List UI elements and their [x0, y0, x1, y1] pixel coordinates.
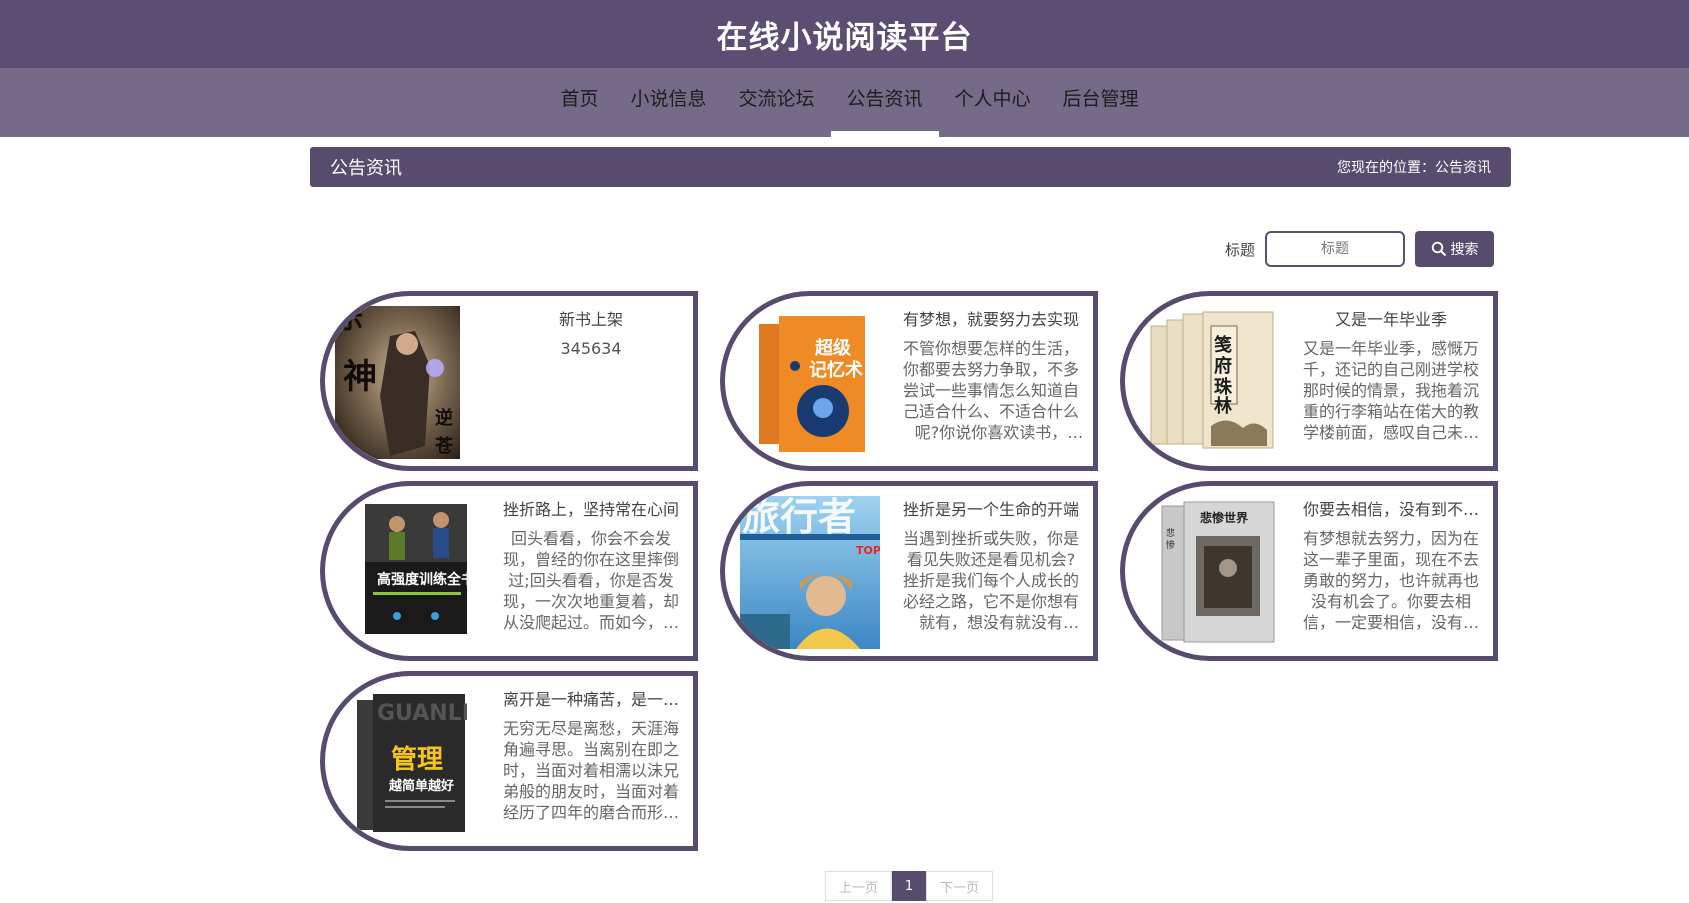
- section-title-bar: 公告资讯 您现在的位置：公告资讯: [310, 147, 1511, 187]
- site-header: 在线小说阅读平台: [0, 0, 1689, 68]
- svg-text:GUANLI: GUANLI: [377, 701, 467, 726]
- cover-classic-books: 笺 府 珠 林: [1147, 306, 1277, 459]
- svg-text:高强度训练全书: 高强度训练全书: [377, 571, 473, 588]
- svg-text:TOP: TOP: [856, 544, 880, 557]
- card-summary: 回头看看，你会不会发现，曾经的你在这里摔倒过;回头看看，你是否发现，一次次地重复…: [502, 529, 679, 632]
- cover-memory-book: 超级 记忆术: [757, 306, 867, 459]
- nav-item-personal-center[interactable]: 个人中心: [939, 68, 1047, 137]
- search-bar: 标题 搜索: [1225, 231, 1495, 267]
- pagination: 上一页 1 下一页: [825, 871, 993, 901]
- card-title: 挫折是另一个生命的开端: [902, 500, 1079, 519]
- search-label: 标题: [1225, 240, 1256, 259]
- svg-text:示: 示: [337, 306, 363, 335]
- card-summary: 不管你想要怎样的生活，你都要去努力争取，不多尝试一些事情怎么知道自己适合什么、不…: [902, 339, 1079, 442]
- search-button[interactable]: 搜索: [1415, 231, 1495, 267]
- cover-les-miserables: 悲惨世界 悲 惨: [1160, 496, 1278, 649]
- svg-text:越简单越好: 越简单越好: [388, 778, 454, 794]
- site-title: 在线小说阅读平台: [716, 19, 973, 56]
- card-text: 离开是一种痛苦，是一… 无穷无尽是离愁，天涯海角遍寻思。当离别在即之时，当面对着…: [500, 688, 682, 823]
- svg-text:逆: 逆: [435, 407, 453, 429]
- card-title: 新书上架: [558, 310, 623, 329]
- svg-text:惨: 惨: [1166, 539, 1175, 551]
- prev-page-button[interactable]: 上一页: [825, 871, 892, 901]
- announcement-card[interactable]: 超级 记忆术 有梦想，就要努力去实现 不管你想要怎样的生活，你都要去努力争取，不…: [720, 291, 1098, 471]
- card-title: 离开是一种痛苦，是一…: [502, 690, 679, 709]
- nav-item-novels[interactable]: 小说信息: [614, 68, 722, 137]
- svg-text:旅行者: 旅行者: [742, 496, 856, 539]
- nav-item-admin[interactable]: 后台管理: [1047, 68, 1155, 137]
- card-text: 挫折是另一个生命的开端 当遇到挫折或失败，你是看见失败还是看见机会?挫折是我们每…: [900, 498, 1082, 633]
- card-summary: 当遇到挫折或失败，你是看见失败还是看见机会?挫折是我们每个人成长的必经之路，它不…: [902, 529, 1079, 632]
- svg-text:悲惨世界: 悲惨世界: [1200, 510, 1248, 525]
- svg-text:记忆术: 记忆术: [809, 359, 863, 381]
- breadcrumb: 您现在的位置：公告资讯: [1337, 160, 1491, 176]
- announcement-card[interactable]: 示 神 逆 苍 新书上架 345634: [320, 291, 698, 471]
- nav-item-home[interactable]: 首页: [544, 68, 614, 137]
- card-title: 挫折路上，坚持常在心间: [502, 500, 679, 519]
- svg-text:林: 林: [1214, 395, 1232, 417]
- section-title: 公告资讯: [330, 158, 402, 179]
- svg-text:府: 府: [1214, 355, 1232, 377]
- search-input[interactable]: [1265, 231, 1406, 267]
- svg-text:珠: 珠: [1214, 377, 1233, 398]
- card-title: 你要去相信，没有到不…: [1302, 500, 1479, 519]
- cover-fantasy-novel: 示 神 逆 苍: [335, 306, 460, 459]
- svg-text:笺: 笺: [1214, 334, 1232, 356]
- main-nav: 首页 小说信息 交流论坛 公告资讯 个人中心 后台管理: [0, 68, 1689, 137]
- nav-item-announcements[interactable]: 公告资讯: [830, 68, 939, 137]
- search-button-label: 搜索: [1450, 242, 1479, 258]
- card-summary: 345634: [560, 339, 622, 358]
- next-page-button[interactable]: 下一页: [926, 871, 993, 901]
- announcement-card[interactable]: 旅行者 TOP 挫折是另一个生命的开端 当遇到挫折或失败，你是看见失败还是看见机…: [720, 481, 1098, 661]
- card-text: 有梦想，就要努力去实现 不管你想要怎样的生活，你都要去努力争取，不多尝试一些事情…: [900, 308, 1082, 443]
- svg-text:苍: 苍: [434, 435, 454, 457]
- announcement-card[interactable]: 高强度训练全书 挫折路上，坚持常在心间 回头看看，你会不会发现，曾经的你在这里摔…: [320, 481, 698, 661]
- card-text: 挫折路上，坚持常在心间 回头看看，你会不会发现，曾经的你在这里摔倒过;回头看看，…: [500, 498, 682, 633]
- card-summary: 有梦想就去努力，因为在这一辈子里面，现在不去勇敢的努力，也许就再也没有机会了。你…: [1302, 529, 1479, 632]
- card-summary: 无穷无尽是离愁，天涯海角遍寻思。当离别在即之时，当面对着相濡以沫兄弟般的朋友时，…: [502, 719, 679, 822]
- card-text: 你要去相信，没有到不… 有梦想就去努力，因为在这一辈子里面，现在不去勇敢的努力，…: [1300, 498, 1482, 633]
- announcement-card[interactable]: GUANLI 管理 越简单越好 离开是一种痛苦，是一… 无穷无尽是离愁，天涯海角…: [320, 671, 698, 851]
- nav-item-forum[interactable]: 交流论坛: [722, 68, 830, 137]
- card-text: 又是一年毕业季 又是一年毕业季，感慨万千，还记的自己刚进学校那时候的情景，我拖着…: [1300, 308, 1482, 443]
- cover-management-book: GUANLI 管理 越简单越好: [355, 686, 467, 839]
- card-summary: 又是一年毕业季，感慨万千，还记的自己刚进学校那时候的情景，我拖着沉重的行李箱站在…: [1302, 339, 1479, 442]
- cover-travel-magazine: 旅行者 TOP: [740, 496, 880, 649]
- announcement-card[interactable]: 悲惨世界 悲 惨 你要去相信，没有到不… 有梦想就去努力，因为在这一辈子里面，现…: [1120, 481, 1498, 661]
- svg-text:超级: 超级: [815, 337, 852, 359]
- svg-text:管理: 管理: [391, 745, 443, 775]
- card-title: 又是一年毕业季: [1334, 310, 1447, 329]
- svg-text:悲: 悲: [1166, 527, 1175, 539]
- search-icon: [1431, 241, 1446, 257]
- announcement-card[interactable]: 笺 府 珠 林 又是一年毕业季 又是一年毕业季，感慨万千，还记的自己刚进学校那时…: [1120, 291, 1498, 471]
- card-title: 有梦想，就要努力去实现: [902, 310, 1079, 329]
- current-page-button[interactable]: 1: [892, 871, 926, 901]
- card-text: 新书上架 345634: [500, 308, 682, 443]
- cover-training-book: 高强度训练全书: [363, 496, 473, 649]
- svg-text:神: 神: [343, 357, 377, 397]
